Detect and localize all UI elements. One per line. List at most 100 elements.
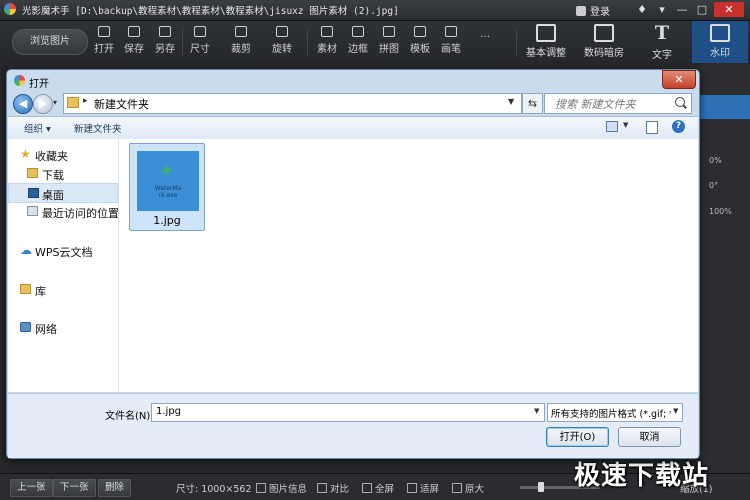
main-toolbar: 浏览图片 打开 保存 另存 尺寸 裁剪 旋转 素材 边框 拼图 模板 画笔 … … xyxy=(0,21,750,63)
history-dropdown-icon[interactable]: ▾ xyxy=(53,98,57,107)
panel-highlight xyxy=(699,95,750,119)
tool-resize[interactable]: 尺寸 xyxy=(185,26,215,55)
search-input[interactable]: 搜索 新建文件夹 xyxy=(544,93,692,114)
nav-item-network[interactable]: 网络 xyxy=(8,318,118,338)
nav-item-wps-cloud[interactable]: ☁ WPS云文档 xyxy=(8,241,118,261)
fit-screen-button[interactable]: 适屏 xyxy=(407,481,439,495)
tab-text[interactable]: T 文字 xyxy=(634,21,690,63)
back-arrow-icon[interactable]: ◀ xyxy=(13,94,33,114)
app-title-bar: 光影魔术手 [D:\backup\教程素材\教程素材\教程素材\jisuxz 图… xyxy=(0,0,750,21)
command-bar: 组织 ▾ 新建文件夹 ▼ ? xyxy=(8,116,698,140)
minimize-button[interactable]: — xyxy=(674,2,690,17)
image-size-text: 尺寸: 1000×562 xyxy=(176,484,252,495)
file-type-dropdown-icon[interactable]: ▼ xyxy=(673,407,679,415)
forward-arrow-icon[interactable]: ▶ xyxy=(33,94,53,114)
nav-label: 收藏夹 xyxy=(35,150,68,163)
tool-label: 旋转 xyxy=(272,44,292,55)
login-button[interactable]: 登录 xyxy=(576,3,610,18)
tool-label: 打开 xyxy=(94,44,114,55)
search-icon[interactable] xyxy=(675,97,685,107)
image-info-button[interactable]: 图片信息 xyxy=(256,481,307,495)
tool-save-as[interactable]: 另存 xyxy=(150,26,180,55)
address-dropdown-icon[interactable]: ▼ xyxy=(508,97,514,106)
prev-image-button[interactable]: 上一张 xyxy=(10,479,53,497)
sb-label: 对比 xyxy=(330,484,350,495)
recent-icon xyxy=(27,206,38,216)
tab-label: 水印 xyxy=(710,48,730,59)
next-image-button[interactable]: 下一张 xyxy=(53,479,96,497)
organize-menu[interactable]: 组织 ▾ xyxy=(24,121,51,135)
nav-item-recent[interactable]: 最近访问的位置 xyxy=(8,202,118,222)
view-dropdown-icon[interactable]: ▼ xyxy=(623,121,628,129)
fullscreen-button[interactable]: 全屏 xyxy=(362,481,394,495)
nav-item-favorites[interactable]: ★ 收藏夹 xyxy=(8,145,118,165)
dialog-footer: 文件名(N): 1.jpg ▼ 所有支持的图片格式 (*.gif; *.tif … xyxy=(8,393,698,458)
login-label: 登录 xyxy=(590,7,610,18)
download-folder-icon xyxy=(27,168,38,178)
breadcrumb-chevron-icon[interactable]: ▸ xyxy=(83,96,88,106)
tab-watermark[interactable]: 水印 xyxy=(692,21,748,63)
compare-button[interactable]: 对比 xyxy=(317,481,349,495)
thumbnail-text: WaterMa xyxy=(154,185,182,192)
maximize-button[interactable]: □ xyxy=(694,2,710,17)
tool-collage[interactable]: 拼图 xyxy=(374,26,404,55)
tab-digital-darkroom[interactable]: 数码暗房 xyxy=(576,21,632,63)
panel-value: 0% xyxy=(709,156,722,165)
filename-field[interactable]: 1.jpg ▼ xyxy=(151,403,545,422)
view-options-icon[interactable] xyxy=(606,121,618,132)
panel-value: 0° xyxy=(709,181,719,190)
cancel-button[interactable]: 取消 xyxy=(618,427,681,447)
file-type-value: 所有支持的图片格式 (*.gif; *.tif xyxy=(551,409,671,420)
file-item[interactable]: ✦ WaterMa rk.exe 1.jpg xyxy=(129,143,205,231)
breadcrumb-folder[interactable]: 新建文件夹 xyxy=(94,96,149,112)
tool-label: 保存 xyxy=(124,44,144,55)
collage-icon xyxy=(383,26,395,37)
save-icon xyxy=(128,26,140,37)
nav-label: 桌面 xyxy=(42,189,64,202)
toolbar-more-button[interactable]: … xyxy=(470,29,500,40)
tool-template[interactable]: 模板 xyxy=(405,26,435,55)
sb-label: 全屏 xyxy=(375,484,395,495)
dialog-close-button[interactable]: ✕ xyxy=(662,70,696,89)
tool-rotate[interactable]: 旋转 xyxy=(267,26,297,55)
site-watermark: 极速下载站 xyxy=(574,461,710,491)
file-type-select[interactable]: 所有支持的图片格式 (*.gif; *.tif ▼ xyxy=(547,403,683,422)
toolbar-divider xyxy=(307,28,308,56)
close-button[interactable]: ✕ xyxy=(714,2,744,17)
tool-label: 素材 xyxy=(317,44,337,55)
nav-item-library[interactable]: 库 xyxy=(8,280,118,300)
tool-save[interactable]: 保存 xyxy=(119,26,149,55)
tool-open[interactable]: 打开 xyxy=(89,26,119,55)
help-icon[interactable]: ? xyxy=(672,120,685,133)
nav-item-desktop[interactable]: 桌面 xyxy=(8,183,118,203)
tool-label: 模板 xyxy=(410,44,430,55)
address-bar[interactable]: ▸ 新建文件夹 ▼ xyxy=(63,93,522,114)
tab-basic-adjust[interactable]: 基本调整 xyxy=(518,21,574,63)
toolbar-divider xyxy=(516,28,517,56)
nav-item-downloads[interactable]: 下载 xyxy=(8,164,118,184)
menu-button[interactable]: ▾ xyxy=(654,2,670,17)
refresh-button[interactable]: ⇆ xyxy=(522,93,543,114)
template-icon xyxy=(414,26,426,37)
folder-icon xyxy=(67,97,79,108)
delete-button[interactable]: 删除 xyxy=(98,479,132,497)
nav-label: WPS云文档 xyxy=(35,246,93,259)
cloud-icon: ☁ xyxy=(20,243,32,257)
search-placeholder: 搜索 新建文件夹 xyxy=(555,98,636,111)
skin-icon[interactable]: ♦ xyxy=(634,2,650,17)
sb-label: 图片信息 xyxy=(269,484,308,495)
tool-crop[interactable]: 裁剪 xyxy=(226,26,256,55)
preview-pane-icon[interactable] xyxy=(646,121,658,134)
nav-label: 库 xyxy=(35,285,46,298)
open-button[interactable]: 打开(O) xyxy=(546,427,609,447)
tab-label: 文字 xyxy=(652,50,672,61)
new-folder-button[interactable]: 新建文件夹 xyxy=(74,121,122,135)
filename-dropdown-icon[interactable]: ▼ xyxy=(534,407,539,415)
tool-border[interactable]: 边框 xyxy=(343,26,373,55)
tool-material[interactable]: 素材 xyxy=(312,26,342,55)
original-size-button[interactable]: 原大 xyxy=(452,481,484,495)
dialog-title-bar: 打开 ✕ xyxy=(7,70,699,92)
tool-brush[interactable]: 画笔 xyxy=(436,26,466,55)
zoom-slider-handle[interactable] xyxy=(538,482,544,492)
browse-images-button[interactable]: 浏览图片 xyxy=(12,29,88,55)
